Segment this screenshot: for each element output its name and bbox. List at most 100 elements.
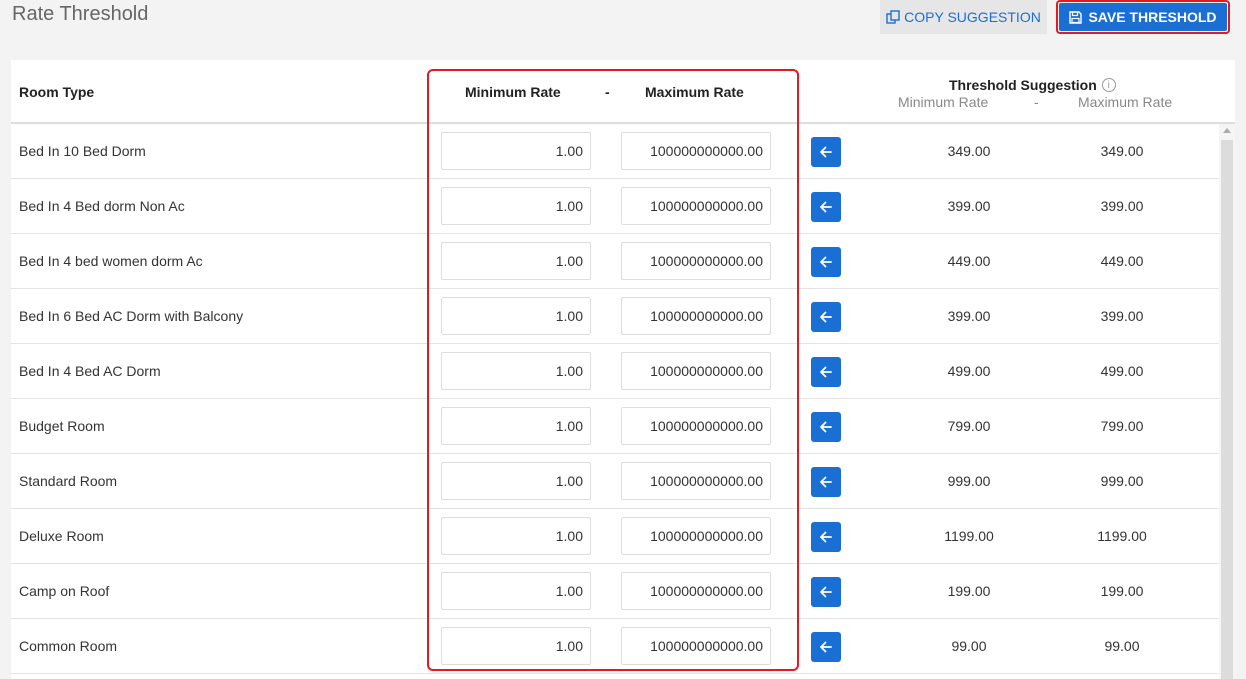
save-icon (1069, 10, 1083, 24)
scrollbar-thumb[interactable] (1221, 140, 1233, 679)
minimum-rate-header: Minimum Rate (465, 84, 561, 100)
room-type-cell: Camp on Roof (19, 583, 110, 599)
minimum-rate-input[interactable] (441, 462, 591, 500)
arrow-left-icon (820, 366, 832, 378)
minimum-rate-input[interactable] (441, 572, 591, 610)
room-type-header: Room Type (19, 84, 95, 100)
maximum-rate-input[interactable] (621, 242, 771, 280)
maximum-rate-header: Maximum Rate (645, 84, 744, 100)
copy-suggestion-button[interactable]: COPY SUGGESTION (880, 0, 1047, 34)
table-row: Common Room 99.00 99.00 (11, 619, 1219, 674)
apply-suggestion-button[interactable] (811, 137, 841, 167)
suggested-maximum-rate: 1199.00 (1097, 528, 1147, 544)
minimum-rate-input[interactable] (441, 517, 591, 555)
arrow-left-icon (820, 476, 832, 488)
arrow-left-icon (820, 641, 832, 653)
suggested-maximum-rate: 349.00 (1100, 143, 1144, 159)
room-type-cell: Bed In 4 Bed AC Dorm (19, 363, 161, 379)
page-title: Rate Threshold (12, 3, 149, 25)
room-type-cell: Bed In 4 Bed dorm Non Ac (19, 198, 185, 214)
arrow-left-icon (820, 531, 832, 543)
suggested-minimum-rate: 99.00 (951, 638, 987, 654)
suggested-minimum-rate: 1199.00 (944, 528, 994, 544)
maximum-rate-input[interactable] (621, 352, 771, 390)
table-row: Camp on Roof 199.00 199.00 (11, 564, 1219, 619)
table-row: Bed In 6 Bed AC Dorm with Balcony 399.00 3… (11, 289, 1219, 344)
save-threshold-button[interactable]: SAVE THRESHOLD (1059, 3, 1227, 31)
rate-threshold-table: Room Type Minimum Rate - Maximum Rate Th… (11, 60, 1235, 679)
room-type-cell: Deluxe Room (19, 528, 104, 544)
suggested-maximum-rate: 199.00 (1100, 583, 1144, 599)
table-body: Bed In 10 Bed Dorm 349.00 349.00 Bed In 4 B… (11, 124, 1219, 674)
maximum-rate-input[interactable] (621, 517, 771, 555)
page-header: Rate Threshold COPY SUGGESTION SAVE THRE… (0, 0, 1246, 44)
copy-icon (886, 10, 900, 24)
suggested-maximum-rate: 399.00 (1100, 198, 1144, 214)
suggested-maximum-rate: 799.00 (1100, 418, 1144, 434)
table-row: Budget Room 799.00 799.00 (11, 399, 1219, 454)
arrow-left-icon (820, 201, 832, 213)
header-separator: - (605, 84, 610, 100)
apply-suggestion-button[interactable] (811, 247, 841, 277)
suggested-minimum-rate: 399.00 (947, 308, 991, 324)
maximum-rate-input[interactable] (621, 462, 771, 500)
minimum-rate-input[interactable] (441, 407, 591, 445)
apply-suggestion-button[interactable] (811, 467, 841, 497)
apply-suggestion-button[interactable] (811, 302, 841, 332)
suggestion-maximum-rate-header: Maximum Rate (1078, 94, 1173, 110)
info-icon[interactable]: i (1101, 78, 1116, 92)
suggested-minimum-rate: 999.00 (947, 473, 991, 489)
suggested-minimum-rate: 449.00 (947, 253, 991, 269)
table-row: Deluxe Room 1199.00 1199.00 (11, 509, 1219, 564)
suggested-minimum-rate: 499.00 (947, 363, 991, 379)
table-row: Standard Room 999.00 999.00 (11, 454, 1219, 509)
minimum-rate-input[interactable] (441, 242, 591, 280)
table-header: Room Type Minimum Rate - Maximum Rate Th… (11, 60, 1235, 124)
minimum-rate-input[interactable] (441, 187, 591, 225)
save-threshold-label: SAVE THRESHOLD (1088, 9, 1217, 25)
minimum-rate-input[interactable] (441, 627, 591, 665)
apply-suggestion-button[interactable] (811, 357, 841, 387)
suggested-maximum-rate: 399.00 (1100, 308, 1144, 324)
arrow-left-icon (820, 421, 832, 433)
apply-suggestion-button[interactable] (811, 577, 841, 607)
minimum-rate-input[interactable] (441, 352, 591, 390)
table-row: Bed In 10 Bed Dorm 349.00 349.00 (11, 124, 1219, 179)
maximum-rate-input[interactable] (621, 187, 771, 225)
suggested-maximum-rate: 499.00 (1100, 363, 1144, 379)
arrow-left-icon (820, 586, 832, 598)
scrollbar[interactable] (1219, 124, 1235, 679)
threshold-suggestion-label: Threshold Suggestion (949, 77, 1097, 93)
room-type-cell: Bed In 4 bed women dorm Ac (19, 253, 203, 269)
scroll-up-arrow-icon[interactable] (1223, 128, 1231, 133)
minimum-rate-input[interactable] (441, 297, 591, 335)
copy-suggestion-label: COPY SUGGESTION (904, 9, 1041, 25)
apply-suggestion-button[interactable] (811, 412, 841, 442)
apply-suggestion-button[interactable] (811, 192, 841, 222)
maximum-rate-input[interactable] (621, 572, 771, 610)
threshold-suggestion-header: Threshold Suggestion i (949, 77, 1116, 93)
arrow-left-icon (820, 256, 832, 268)
suggested-maximum-rate: 999.00 (1100, 473, 1144, 489)
room-type-cell: Common Room (19, 638, 118, 654)
suggestion-minimum-rate-header: Minimum Rate (898, 94, 989, 110)
suggested-minimum-rate: 349.00 (947, 143, 991, 159)
apply-suggestion-button[interactable] (811, 522, 841, 552)
arrow-left-icon (820, 146, 832, 158)
suggested-minimum-rate: 199.00 (947, 583, 991, 599)
arrow-left-icon (820, 311, 832, 323)
apply-suggestion-button[interactable] (811, 632, 841, 662)
room-type-cell: Budget Room (19, 418, 105, 434)
room-type-cell: Standard Room (19, 473, 118, 489)
room-type-cell: Bed In 10 Bed Dorm (19, 143, 146, 159)
maximum-rate-input[interactable] (621, 297, 771, 335)
maximum-rate-input[interactable] (621, 627, 771, 665)
room-type-cell: Bed In 6 Bed AC Dorm with Balcony (19, 308, 244, 324)
suggested-minimum-rate: 399.00 (947, 198, 991, 214)
maximum-rate-input[interactable] (621, 407, 771, 445)
table-row: Bed In 4 Bed AC Dorm 499.00 499.00 (11, 344, 1219, 399)
table-row: Bed In 4 bed women dorm Ac 449.00 449.00 (11, 234, 1219, 289)
suggestion-header-separator: - (1034, 94, 1039, 110)
maximum-rate-input[interactable] (621, 132, 771, 170)
minimum-rate-input[interactable] (441, 132, 591, 170)
